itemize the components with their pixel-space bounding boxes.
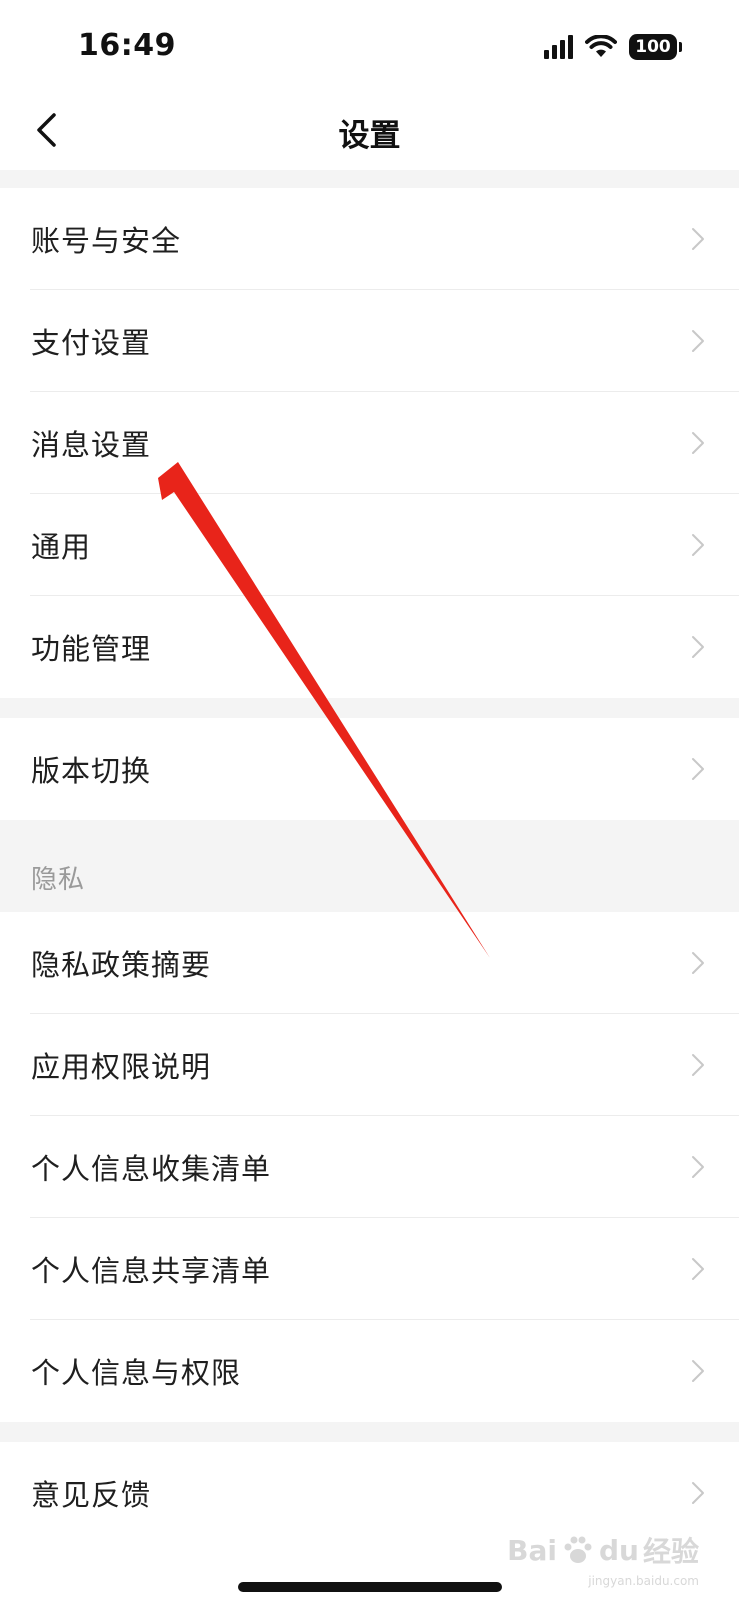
watermark-domain: jingyan.baidu.com: [588, 1574, 699, 1588]
status-icons: 100: [544, 34, 682, 60]
settings-item-label: 消息设置: [31, 428, 152, 462]
settings-item-label: 账号与安全: [31, 224, 182, 258]
settings-item-label: 个人信息与权限: [31, 1356, 242, 1390]
settings-item-messages[interactable]: 消息设置: [0, 392, 739, 494]
settings-item-label: 隐私政策摘要: [31, 948, 212, 982]
settings-item-label: 功能管理: [31, 632, 152, 666]
settings-item-account-security[interactable]: 账号与安全: [0, 188, 739, 290]
chevron-right-icon: [692, 228, 704, 250]
settings-item-info-sharing-list[interactable]: 个人信息共享清单: [0, 1218, 739, 1320]
settings-item-payment[interactable]: 支付设置: [0, 290, 739, 392]
status-time: 16:49: [78, 28, 176, 63]
watermark-product: 经验: [642, 1535, 699, 1568]
chevron-right-icon: [692, 432, 704, 454]
signal-icon: [544, 35, 573, 59]
chevron-right-icon: [692, 1258, 704, 1280]
settings-item-general[interactable]: 通用: [0, 494, 739, 596]
chevron-right-icon: [692, 758, 704, 780]
chevron-right-icon: [692, 1360, 704, 1382]
settings-item-label: 应用权限说明: [31, 1050, 212, 1084]
chevron-right-icon: [692, 1054, 704, 1076]
settings-item-privacy-policy-summary[interactable]: 隐私政策摘要: [0, 912, 739, 1014]
paw-icon: [564, 1536, 592, 1563]
battery-icon: 100: [629, 34, 682, 60]
settings-item-feedback[interactable]: 意见反馈: [0, 1442, 739, 1544]
baidu-watermark: Bai du 经验: [507, 1530, 699, 1570]
nav-bar: 设置: [0, 90, 739, 170]
settings-item-info-collection-list[interactable]: 个人信息收集清单: [0, 1116, 739, 1218]
chevron-right-icon: [692, 1482, 704, 1504]
section-gap: [0, 170, 739, 188]
chevron-right-icon: [692, 636, 704, 658]
page-title: 设置: [338, 118, 401, 154]
settings-item-version-switch[interactable]: 版本切换: [0, 718, 739, 820]
settings-item-label: 个人信息收集清单: [31, 1152, 272, 1186]
chevron-right-icon: [692, 534, 704, 556]
wifi-icon: [585, 35, 617, 59]
settings-item-info-and-permissions[interactable]: 个人信息与权限: [0, 1320, 739, 1422]
settings-item-label: 意见反馈: [31, 1478, 152, 1512]
section-header-privacy: 隐私: [0, 820, 739, 912]
chevron-right-icon: [692, 330, 704, 352]
settings-item-app-permissions[interactable]: 应用权限说明: [0, 1014, 739, 1116]
chevron-right-icon: [692, 1156, 704, 1178]
chevron-right-icon: [692, 952, 704, 974]
section-gap: [0, 698, 739, 718]
settings-item-label: 个人信息共享清单: [31, 1254, 272, 1288]
settings-item-label: 通用: [31, 530, 92, 564]
section-header-label: 隐私: [31, 865, 86, 895]
watermark-brand: Bai: [507, 1533, 557, 1567]
settings-item-label: 版本切换: [31, 754, 152, 788]
section-gap: [0, 1422, 739, 1442]
settings-item-label: 支付设置: [31, 326, 152, 360]
status-bar: 16:49 100: [0, 0, 739, 90]
settings-item-feature-management[interactable]: 功能管理: [0, 596, 739, 698]
home-indicator: [238, 1582, 502, 1592]
watermark-brand-suffix: du: [599, 1533, 639, 1567]
